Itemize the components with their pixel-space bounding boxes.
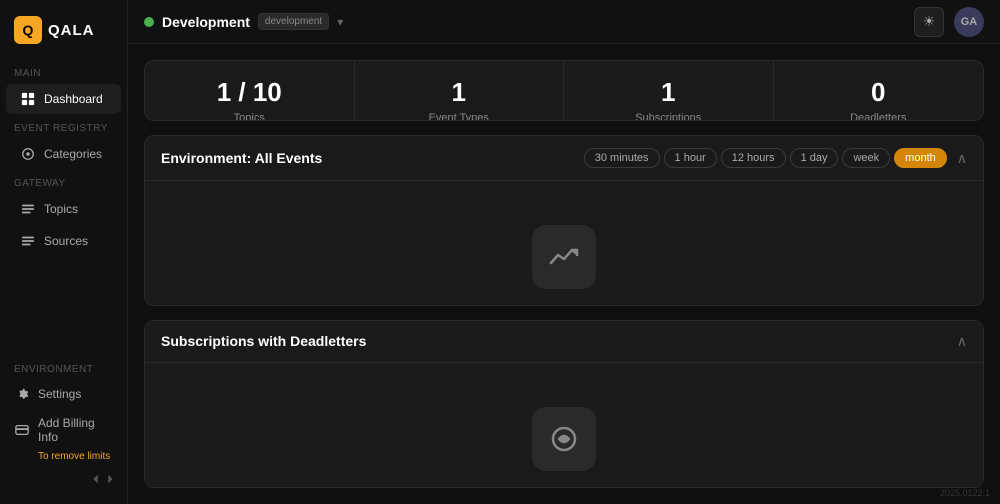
sources-label: Sources bbox=[44, 234, 88, 248]
sidebar-item-dashboard[interactable]: Dashboard bbox=[6, 84, 121, 114]
sidebar-item-categories[interactable]: Categories bbox=[6, 139, 121, 169]
deadletters-panel-header: Subscriptions with Deadletters ∧ bbox=[145, 321, 983, 363]
env-badge: development bbox=[258, 13, 329, 30]
stat-subscriptions: 1 Subscriptions bbox=[564, 61, 774, 121]
deadletters-panel: Subscriptions with Deadletters ∧ Great! … bbox=[144, 320, 984, 488]
time-btn-30min[interactable]: 30 minutes bbox=[584, 148, 660, 168]
user-avatar[interactable]: GA bbox=[954, 7, 984, 37]
time-btn-12hours[interactable]: 12 hours bbox=[721, 148, 786, 168]
categories-label: Categories bbox=[44, 147, 102, 161]
dashboard-icon bbox=[20, 91, 36, 107]
sidebar-collapse-button[interactable] bbox=[0, 466, 127, 492]
billing-warning: To remove limits bbox=[0, 451, 127, 466]
stat-deadletters-value: 0 bbox=[790, 77, 968, 108]
deadletters-collapse-icon[interactable]: ∧ bbox=[957, 333, 967, 350]
stat-event-types: 1 Event Types bbox=[355, 61, 565, 121]
categories-icon bbox=[20, 146, 36, 162]
stat-deadletters: 0 Deadletters bbox=[774, 61, 984, 121]
all-events-empty-text: No events have been published to a topic… bbox=[354, 303, 774, 305]
time-btn-week[interactable]: week bbox=[842, 148, 890, 168]
sidebar: Q QALA Main Dashboard Event Registry Cat… bbox=[0, 0, 128, 504]
sources-icon bbox=[20, 233, 36, 249]
all-events-title: Environment: All Events bbox=[161, 150, 322, 166]
settings-icon bbox=[14, 386, 30, 402]
sidebar-item-billing[interactable]: Add Billing Info bbox=[0, 409, 127, 451]
topics-icon bbox=[20, 201, 36, 217]
logo-icon: Q bbox=[14, 16, 42, 44]
stats-row: 1 / 10 Topics 1 Event Types 1 Subscripti… bbox=[144, 60, 984, 121]
deadletters-title: Subscriptions with Deadletters bbox=[161, 333, 366, 349]
sidebar-item-sources[interactable]: Sources bbox=[6, 226, 121, 256]
dashboard-label: Dashboard bbox=[44, 92, 103, 106]
topics-label: Topics bbox=[44, 202, 78, 216]
all-events-panel: Environment: All Events 30 minutes 1 hou… bbox=[144, 135, 984, 305]
deadletter-icon bbox=[548, 423, 580, 455]
version-label: 2025.0122.1 bbox=[940, 488, 990, 498]
deadletters-empty-text: Great! You have no Subscriptions with de… bbox=[428, 485, 700, 488]
all-events-body: No events have been published to a topic… bbox=[145, 181, 983, 305]
stat-subscriptions-value: 1 bbox=[580, 77, 757, 108]
env-status-dot bbox=[144, 17, 154, 27]
billing-icon bbox=[14, 422, 30, 438]
gateway-label: Gateway bbox=[0, 170, 127, 193]
time-btn-month[interactable]: month bbox=[894, 148, 947, 168]
environment-label: Environment bbox=[0, 356, 127, 379]
billing-label: Add Billing Info bbox=[38, 416, 113, 444]
logo-text: QALA bbox=[48, 22, 95, 39]
trend-icon bbox=[548, 241, 580, 273]
main-content: Development development ▾ ☀ GA 1 / 10 To… bbox=[128, 0, 1000, 504]
settings-label: Settings bbox=[38, 387, 81, 401]
sidebar-bottom: Environment Settings Add Billing Info To… bbox=[0, 356, 127, 492]
topbar: Development development ▾ ☀ GA bbox=[128, 0, 1000, 44]
sidebar-logo: Q QALA bbox=[0, 12, 127, 60]
stat-event-types-value: 1 bbox=[371, 77, 548, 108]
deadletters-empty-icon-wrap bbox=[532, 407, 596, 471]
stat-event-types-label: Event Types bbox=[371, 112, 548, 121]
topbar-left: Development development ▾ bbox=[144, 13, 343, 30]
time-btn-1hour[interactable]: 1 hour bbox=[664, 148, 717, 168]
event-registry-label: Event Registry bbox=[0, 115, 127, 138]
all-events-empty: No events have been published to a topic… bbox=[161, 195, 967, 305]
stat-topics: 1 / 10 Topics bbox=[145, 61, 355, 121]
stat-topics-label: Topics bbox=[161, 112, 338, 121]
env-name: Development bbox=[162, 14, 250, 30]
stat-deadletters-label: Deadletters bbox=[790, 112, 968, 121]
all-events-panel-header: Environment: All Events 30 minutes 1 hou… bbox=[145, 136, 983, 181]
deadletters-empty: Great! You have no Subscriptions with de… bbox=[161, 377, 967, 488]
stat-topics-value: 1 / 10 bbox=[161, 77, 338, 108]
content-area: 1 / 10 Topics 1 Event Types 1 Subscripti… bbox=[128, 44, 1000, 504]
deadletters-body: Great! You have no Subscriptions with de… bbox=[145, 363, 983, 488]
sidebar-item-topics[interactable]: Topics bbox=[6, 194, 121, 224]
time-filters: 30 minutes 1 hour 12 hours 1 day week mo… bbox=[584, 148, 947, 168]
sidebar-item-settings[interactable]: Settings bbox=[0, 379, 127, 409]
theme-toggle-button[interactable]: ☀ bbox=[914, 7, 944, 37]
env-chevron-icon[interactable]: ▾ bbox=[337, 15, 343, 29]
time-btn-1day[interactable]: 1 day bbox=[790, 148, 839, 168]
all-events-collapse-icon[interactable]: ∧ bbox=[957, 150, 967, 167]
topbar-right: ☀ GA bbox=[914, 7, 984, 37]
all-events-empty-icon-wrap bbox=[532, 225, 596, 289]
main-section-label: Main bbox=[0, 60, 127, 83]
stat-subscriptions-label: Subscriptions bbox=[580, 112, 757, 121]
